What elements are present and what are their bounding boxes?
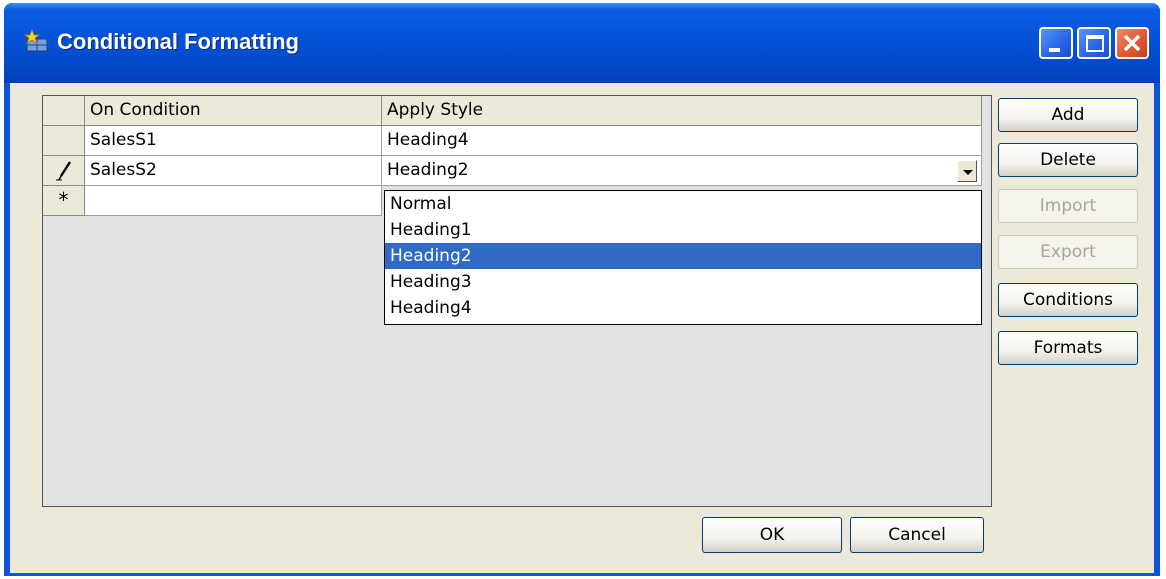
formats-button[interactable]: Formats — [998, 331, 1138, 365]
column-header-apply-style[interactable]: Apply Style — [382, 96, 982, 126]
dropdown-option[interactable]: Heading4 — [385, 295, 981, 321]
dialog-window: Conditional Formatting On Condition Appl… — [4, 3, 1160, 576]
column-header-on-condition[interactable]: On Condition — [85, 96, 382, 126]
new-condition-cell[interactable] — [85, 186, 382, 216]
conditions-button[interactable]: Conditions — [998, 283, 1138, 317]
dropdown-arrow-button[interactable] — [957, 160, 977, 182]
grid-corner[interactable] — [43, 96, 85, 126]
pencil-icon — [56, 161, 72, 181]
dropdown-option[interactable]: Heading3 — [385, 269, 981, 295]
maximize-icon — [1086, 35, 1104, 52]
style-combobox[interactable]: Heading2 — [382, 156, 982, 186]
condition-cell[interactable]: SalesS2 — [85, 156, 382, 186]
dropdown-option-selected[interactable]: Heading2 — [385, 243, 981, 269]
title-bar[interactable]: Conditional Formatting — [4, 3, 1160, 83]
close-button[interactable] — [1115, 27, 1149, 59]
close-icon — [1123, 34, 1141, 52]
row-selector-editing[interactable] — [43, 156, 85, 186]
style-combobox-value: Heading2 — [387, 160, 469, 180]
add-button[interactable]: Add — [998, 98, 1138, 132]
dropdown-option[interactable]: Heading1 — [385, 217, 981, 243]
maximize-button[interactable] — [1077, 27, 1111, 59]
style-dropdown-list[interactable]: Normal Heading1 Heading2 Heading3 Headin… — [384, 190, 982, 325]
condition-cell[interactable]: SalesS1 — [85, 126, 382, 156]
ok-button[interactable]: OK — [702, 517, 842, 553]
cancel-button[interactable]: Cancel — [850, 517, 984, 553]
delete-button[interactable]: Delete — [998, 143, 1138, 177]
minimize-icon — [1049, 48, 1060, 52]
dropdown-option[interactable]: Normal — [385, 191, 981, 217]
minimize-button[interactable] — [1039, 27, 1073, 59]
style-cell[interactable]: Heading4 — [382, 126, 982, 156]
new-row-asterisk-icon: * — [58, 188, 69, 212]
row-selector[interactable] — [43, 126, 85, 156]
app-icon — [24, 28, 48, 52]
new-row-selector[interactable]: * — [43, 186, 85, 216]
export-button[interactable]: Export — [998, 235, 1138, 269]
import-button[interactable]: Import — [998, 189, 1138, 223]
window-title: Conditional Formatting — [57, 29, 299, 54]
dialog-body: On Condition Apply Style SalesS1 Heading… — [10, 83, 1154, 573]
